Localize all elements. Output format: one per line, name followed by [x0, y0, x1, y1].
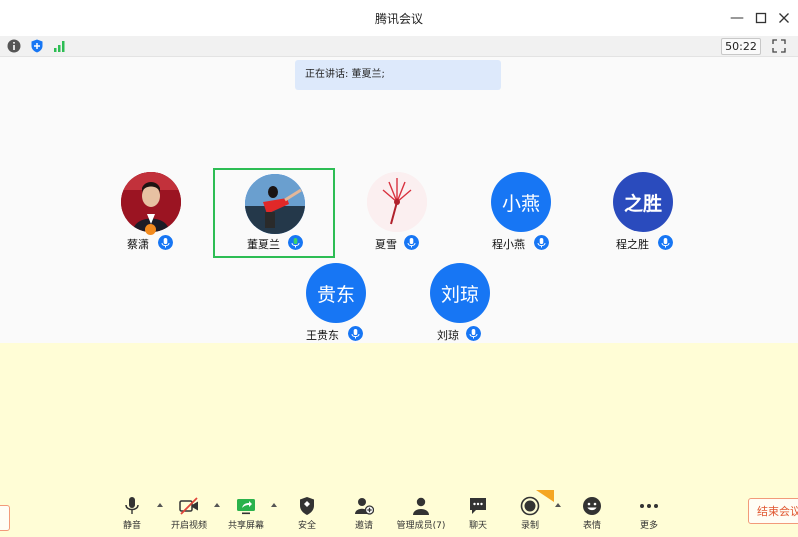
participant-tile-active[interactable]: 董夏兰	[213, 168, 335, 258]
record-label: 录制	[520, 521, 539, 531]
app-title: 腾讯会议	[374, 12, 423, 26]
signal-icon[interactable]	[53, 39, 67, 53]
participant-avatar: 之胜	[613, 172, 673, 232]
share-screen-icon	[237, 499, 255, 515]
video-off-icon	[179, 497, 198, 515]
info-icon[interactable]	[7, 39, 21, 53]
invite-button[interactable]: 邀请	[336, 496, 392, 536]
close-icon[interactable]	[775, 9, 793, 27]
status-bar: 50:22	[0, 36, 798, 57]
microphone-icon	[125, 497, 139, 514]
record-button[interactable]: 录制	[502, 490, 558, 536]
invite-user-icon	[355, 498, 374, 515]
participant-avatar: 小燕	[491, 172, 551, 232]
minimize-icon[interactable]: —	[728, 9, 746, 27]
participant-name: 程之胜	[616, 238, 649, 251]
mute-label: 静音	[122, 521, 141, 531]
more-button[interactable]: 更多	[621, 496, 677, 536]
left-edge-button[interactable]	[0, 505, 10, 531]
mic-icon[interactable]	[466, 326, 481, 341]
mic-icon[interactable]	[158, 235, 173, 250]
chat-label: 聊天	[468, 521, 487, 531]
participant-tile[interactable]: 蔡潇	[91, 169, 213, 259]
end-meeting-button[interactable]: 结束会议	[748, 498, 798, 524]
participant-name: 程小燕	[492, 238, 525, 251]
emoji-label: 表情	[582, 521, 601, 531]
record-options-caret[interactable]	[555, 503, 561, 507]
mute-button[interactable]: 静音	[104, 496, 160, 536]
participant-name: 蔡潇	[127, 238, 149, 251]
more-label: 更多	[639, 521, 658, 531]
meeting-timer: 50:22	[721, 38, 761, 55]
participant-name: 王贵东	[306, 329, 339, 342]
participant-avatar: 贵东	[306, 263, 366, 323]
start-video-button[interactable]: 开启视频	[161, 496, 217, 536]
new-badge-icon	[536, 490, 554, 502]
participant-photo	[367, 172, 427, 232]
emoji-button[interactable]: 表情	[564, 496, 620, 536]
shield-icon[interactable]	[30, 39, 44, 53]
speaking-indicator: 正在讲话: 董夏兰;	[295, 60, 501, 90]
participant-tile[interactable]: 贵东 王贵东	[276, 260, 398, 350]
video-gallery: 正在讲话: 董夏兰; 蔡潇 董夏兰 夏雪 小燕 程小燕 之胜 程之胜 贵东 王贵…	[0, 57, 798, 343]
chat-icon	[470, 498, 486, 514]
share-screen-label: 共享屏幕	[227, 521, 264, 531]
host-badge-icon	[145, 224, 156, 235]
participant-name: 夏雪	[375, 238, 397, 251]
start-video-label: 开启视频	[170, 521, 207, 531]
participant-name: 刘琼	[437, 329, 459, 342]
title-bar: 腾讯会议 —	[0, 0, 798, 37]
members-icon	[413, 497, 429, 515]
participant-tile[interactable]: 之胜 程之胜	[583, 169, 705, 259]
invite-label: 邀请	[354, 521, 373, 531]
participant-tile[interactable]: 刘琼 刘琼	[400, 260, 522, 350]
chat-button[interactable]: 聊天	[450, 496, 506, 536]
emoji-icon	[583, 497, 601, 515]
participant-photo	[245, 174, 305, 234]
security-label: 安全	[297, 521, 316, 531]
more-icon	[640, 504, 658, 508]
security-button[interactable]: 安全	[279, 496, 335, 536]
mic-icon[interactable]	[534, 235, 549, 250]
fullscreen-icon[interactable]	[772, 39, 786, 53]
mic-icon[interactable]	[348, 326, 363, 341]
security-shield-icon	[300, 497, 314, 515]
mic-speaking-icon[interactable]	[288, 235, 303, 250]
mic-icon[interactable]	[658, 235, 673, 250]
share-screen-button[interactable]: 共享屏幕	[218, 496, 274, 536]
share-options-caret[interactable]	[271, 503, 277, 507]
participant-name: 董夏兰	[247, 238, 280, 251]
participant-tile[interactable]: 夏雪	[337, 169, 459, 259]
participant-avatar: 刘琼	[430, 263, 490, 323]
mic-icon[interactable]	[404, 235, 419, 250]
manage-members-label: 管理成员(7)	[396, 521, 446, 531]
participant-tile[interactable]: 小燕 程小燕	[461, 169, 583, 259]
maximize-icon[interactable]	[752, 9, 770, 27]
participant-photo	[121, 172, 181, 232]
manage-members-button[interactable]: 管理成员(7)	[391, 496, 451, 536]
